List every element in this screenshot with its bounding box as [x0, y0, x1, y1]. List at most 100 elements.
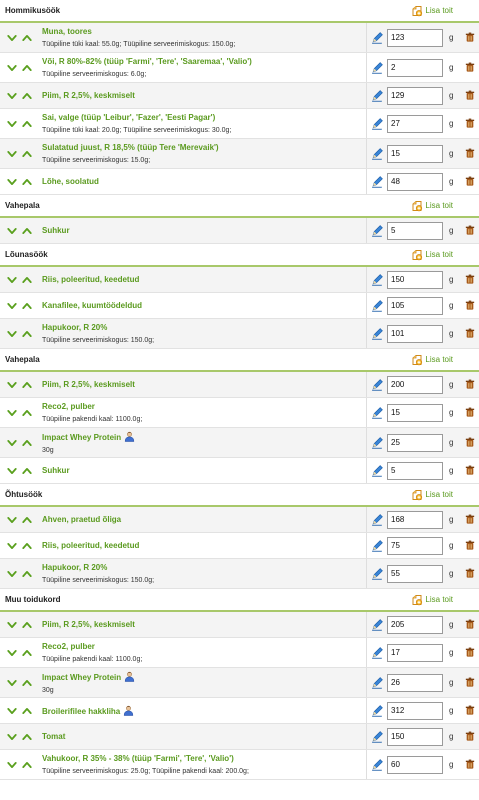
- edit-pencil-icon[interactable]: [371, 31, 384, 44]
- trash-icon[interactable]: [465, 677, 475, 689]
- trash-icon[interactable]: [465, 705, 475, 717]
- quantity-input[interactable]: [387, 270, 443, 289]
- food-name[interactable]: Hapukoor, R 20%: [42, 323, 366, 333]
- move-down-icon[interactable]: [7, 569, 17, 579]
- edit-pencil-icon[interactable]: [371, 327, 384, 340]
- move-down-icon[interactable]: [7, 515, 17, 525]
- food-name[interactable]: Impact Whey Protein: [42, 431, 366, 443]
- move-down-icon[interactable]: [7, 329, 17, 339]
- trash-icon[interactable]: [465, 379, 475, 391]
- edit-pencil-icon[interactable]: [371, 117, 384, 130]
- quantity-input[interactable]: [387, 510, 443, 529]
- edit-pencil-icon[interactable]: [371, 758, 384, 771]
- quantity-input[interactable]: [387, 114, 443, 133]
- move-up-icon[interactable]: [22, 438, 32, 448]
- food-name[interactable]: Reco2, pulber: [42, 402, 366, 412]
- move-up-icon[interactable]: [22, 380, 32, 390]
- move-up-icon[interactable]: [22, 648, 32, 658]
- edit-pencil-icon[interactable]: [371, 676, 384, 689]
- food-name[interactable]: Tomat: [42, 732, 366, 742]
- move-down-icon[interactable]: [7, 648, 17, 658]
- trash-icon[interactable]: [465, 148, 475, 160]
- quantity-input[interactable]: [387, 643, 443, 662]
- move-up-icon[interactable]: [22, 149, 32, 159]
- food-name[interactable]: Piim, R 2,5%, keskmiselt: [42, 380, 366, 390]
- move-down-icon[interactable]: [7, 380, 17, 390]
- edit-pencil-icon[interactable]: [371, 147, 384, 160]
- trash-icon[interactable]: [465, 32, 475, 44]
- food-name[interactable]: Hapukoor, R 20%: [42, 563, 366, 573]
- trash-icon[interactable]: [465, 465, 475, 477]
- move-up-icon[interactable]: [22, 33, 32, 43]
- trash-icon[interactable]: [465, 328, 475, 340]
- food-name[interactable]: Piim, R 2,5%, keskmiselt: [42, 620, 366, 630]
- trash-icon[interactable]: [465, 407, 475, 419]
- food-name[interactable]: Kanafilee, kuumtöödeldud: [42, 301, 366, 311]
- trash-icon[interactable]: [465, 437, 475, 449]
- trash-icon[interactable]: [465, 759, 475, 771]
- move-down-icon[interactable]: [7, 301, 17, 311]
- trash-icon[interactable]: [465, 568, 475, 580]
- food-name[interactable]: Muna, toores: [42, 27, 366, 37]
- trash-icon[interactable]: [465, 62, 475, 74]
- quantity-input[interactable]: [387, 324, 443, 343]
- move-up-icon[interactable]: [22, 541, 32, 551]
- move-down-icon[interactable]: [7, 620, 17, 630]
- move-up-icon[interactable]: [22, 226, 32, 236]
- food-name[interactable]: Sai, valge (tüüp 'Leibur', 'Fazer', 'Ees…: [42, 113, 366, 123]
- quantity-input[interactable]: [387, 461, 443, 480]
- move-up-icon[interactable]: [22, 301, 32, 311]
- move-down-icon[interactable]: [7, 119, 17, 129]
- food-name[interactable]: Suhkur: [42, 466, 366, 476]
- move-up-icon[interactable]: [22, 706, 32, 716]
- move-up-icon[interactable]: [22, 408, 32, 418]
- edit-pencil-icon[interactable]: [371, 618, 384, 631]
- move-up-icon[interactable]: [22, 329, 32, 339]
- move-down-icon[interactable]: [7, 177, 17, 187]
- trash-icon[interactable]: [465, 274, 475, 286]
- move-down-icon[interactable]: [7, 706, 17, 716]
- quantity-input[interactable]: [387, 296, 443, 315]
- food-name[interactable]: Broilerifilee hakkliha: [42, 705, 366, 717]
- add-food-link[interactable]: Lisa toit: [411, 354, 453, 366]
- trash-icon[interactable]: [465, 647, 475, 659]
- add-food-link[interactable]: Lisa toit: [411, 5, 453, 17]
- food-name[interactable]: Lõhe, soolatud: [42, 177, 366, 187]
- move-down-icon[interactable]: [7, 438, 17, 448]
- edit-pencil-icon[interactable]: [371, 175, 384, 188]
- food-name[interactable]: Või, R 80%-82% (tüüp 'Farmi', 'Tere', 'S…: [42, 57, 366, 67]
- quantity-input[interactable]: [387, 144, 443, 163]
- move-up-icon[interactable]: [22, 678, 32, 688]
- quantity-input[interactable]: [387, 564, 443, 583]
- edit-pencil-icon[interactable]: [371, 704, 384, 717]
- quantity-input[interactable]: [387, 58, 443, 77]
- quantity-input[interactable]: [387, 403, 443, 422]
- move-down-icon[interactable]: [7, 760, 17, 770]
- edit-pencil-icon[interactable]: [371, 646, 384, 659]
- move-up-icon[interactable]: [22, 91, 32, 101]
- move-down-icon[interactable]: [7, 678, 17, 688]
- quantity-input[interactable]: [387, 375, 443, 394]
- food-name[interactable]: Sulatatud juust, R 18,5% (tüüp Tere 'Mer…: [42, 143, 366, 153]
- move-up-icon[interactable]: [22, 760, 32, 770]
- move-down-icon[interactable]: [7, 541, 17, 551]
- move-up-icon[interactable]: [22, 275, 32, 285]
- move-up-icon[interactable]: [22, 620, 32, 630]
- trash-icon[interactable]: [465, 619, 475, 631]
- move-down-icon[interactable]: [7, 63, 17, 73]
- trash-icon[interactable]: [465, 225, 475, 237]
- trash-icon[interactable]: [465, 300, 475, 312]
- food-name[interactable]: Riis, poleeritud, keedetud: [42, 275, 366, 285]
- quantity-input[interactable]: [387, 615, 443, 634]
- move-up-icon[interactable]: [22, 569, 32, 579]
- food-name[interactable]: Impact Whey Protein: [42, 671, 366, 683]
- food-name[interactable]: Reco2, pulber: [42, 642, 366, 652]
- quantity-input[interactable]: [387, 28, 443, 47]
- trash-icon[interactable]: [465, 514, 475, 526]
- move-down-icon[interactable]: [7, 466, 17, 476]
- food-name[interactable]: Ahven, praetud õliga: [42, 515, 366, 525]
- move-down-icon[interactable]: [7, 33, 17, 43]
- edit-pencil-icon[interactable]: [371, 539, 384, 552]
- move-up-icon[interactable]: [22, 177, 32, 187]
- edit-pencil-icon[interactable]: [371, 61, 384, 74]
